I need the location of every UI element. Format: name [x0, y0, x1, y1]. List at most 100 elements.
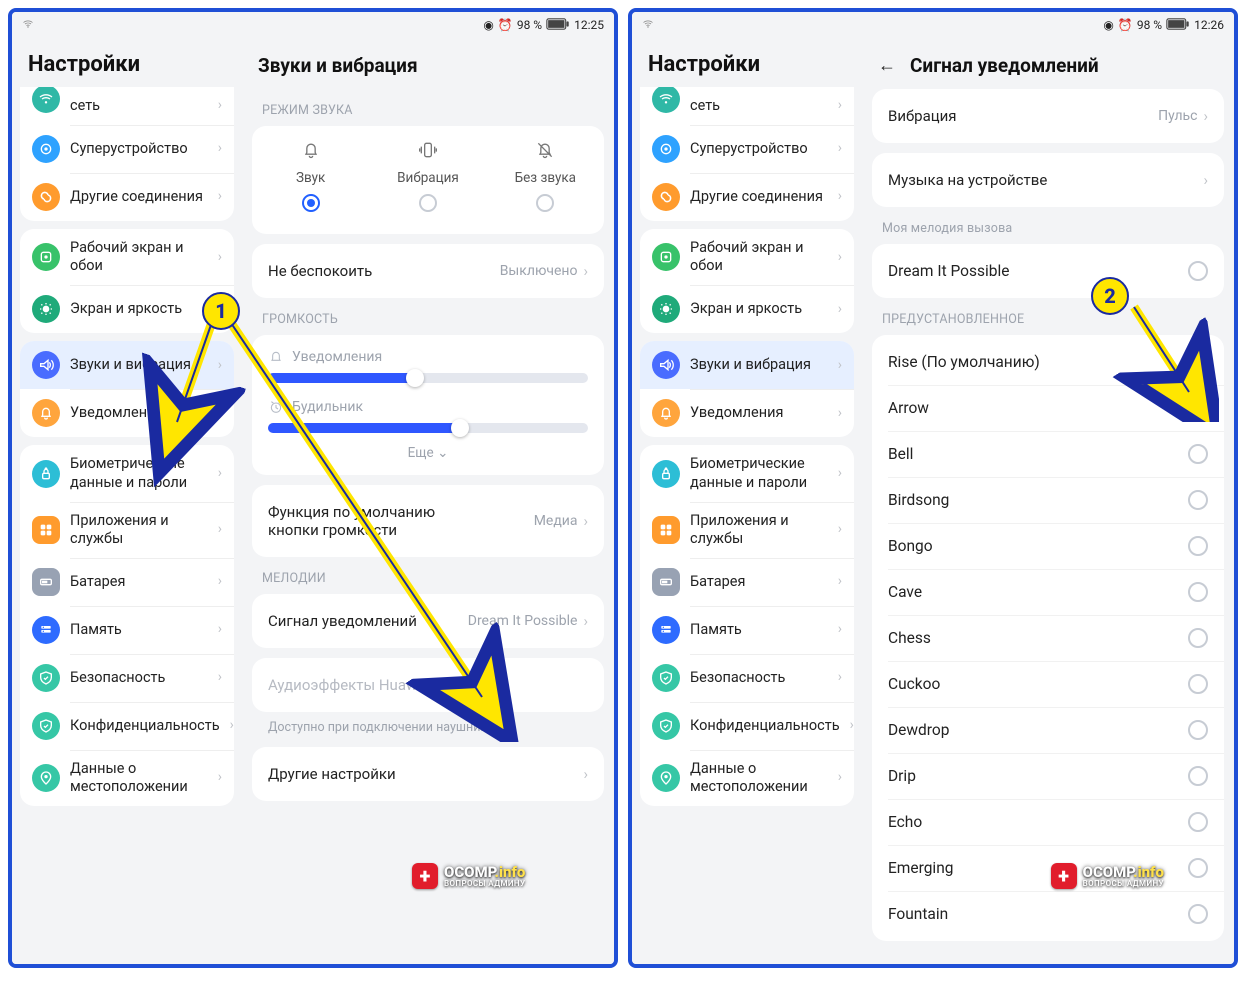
sidebar-item[interactable]: Безопасность› — [20, 654, 234, 702]
sidebar-item-icon — [32, 399, 60, 427]
chevron-right-icon: › — [838, 521, 842, 539]
ringtone-item[interactable]: Cuckoo — [872, 661, 1224, 707]
ringtone-item[interactable]: Chess — [872, 615, 1224, 661]
sidebar-item[interactable]: Рабочий экран и обои› — [20, 229, 234, 285]
sidebar-item-label: Память — [690, 621, 742, 639]
sidebar-item[interactable]: Другие соединения› — [640, 173, 854, 221]
radio-unchecked[interactable] — [1188, 398, 1208, 418]
row-histen: Аудиоэффекты Huawei Histen › — [252, 662, 604, 708]
sidebar-item-icon — [32, 87, 60, 113]
chevron-right-icon: › — [838, 301, 842, 319]
radio-unchecked[interactable] — [1188, 812, 1208, 832]
sidebar-item[interactable]: Батарея› — [20, 558, 234, 606]
section-sound-mode: РЕЖИМ ЗВУКА — [252, 89, 604, 126]
radio-vibrate[interactable] — [419, 194, 437, 212]
ringtone-label: Birdsong — [888, 491, 949, 509]
mode-sound[interactable]: Звук — [252, 130, 369, 230]
sidebar-item[interactable]: Конфиденциальность› — [640, 702, 854, 750]
more-toggle[interactable]: Еще ⌄ — [252, 439, 604, 471]
sidebar-item[interactable]: Другие соединения› — [20, 173, 234, 221]
sidebar-item[interactable]: Суперустройство› — [640, 125, 854, 173]
sidebar-item-icon — [652, 568, 680, 596]
detail-pane-notif-sound[interactable]: ← Сигнал уведомлений Вибрация Пульс › Му… — [862, 38, 1234, 964]
radio-unchecked[interactable] — [1188, 720, 1208, 740]
sidebar-item-icon — [652, 183, 680, 211]
ringtone-item[interactable]: Bell — [872, 431, 1224, 477]
ringtone-my-item[interactable]: Dream It Possible — [872, 248, 1224, 294]
sidebar-item[interactable]: Приложения и службы› — [20, 502, 234, 558]
sidebar-item[interactable]: Звуки и вибрация› — [20, 341, 234, 389]
sidebar-item[interactable]: Конфиденциальность› — [20, 702, 234, 750]
sidebar-item[interactable]: Память› — [20, 606, 234, 654]
radio-unchecked[interactable] — [1188, 444, 1208, 464]
settings-sidebar[interactable]: Настройки сеть›Суперустройство›Другие со… — [12, 38, 242, 964]
slider-notifications[interactable]: Уведомления — [252, 339, 604, 389]
ringtone-item[interactable]: Emerging — [872, 845, 1224, 891]
ringtone-label: Cave — [888, 583, 922, 601]
sidebar-item[interactable]: Рабочий экран и обои› — [640, 229, 854, 285]
radio-unchecked[interactable] — [1188, 582, 1208, 602]
plus-icon: + — [1051, 863, 1077, 889]
ringtone-item[interactable]: Fountain — [872, 891, 1224, 937]
sidebar-item[interactable]: Биометрические данные и пароли› — [640, 445, 854, 501]
radio-unchecked[interactable] — [1188, 628, 1208, 648]
detail-pane-sounds[interactable]: Звуки и вибрация РЕЖИМ ЗВУКА Звук Вибрац… — [242, 38, 614, 964]
back-button[interactable]: ← — [878, 55, 896, 76]
alarm-icon: ⏰ — [1118, 18, 1133, 32]
section-my-ringtone: Моя мелодия вызова — [872, 207, 1224, 244]
row-music-on-device[interactable]: Музыка на устройстве › — [872, 157, 1224, 203]
radio-unchecked[interactable] — [1188, 674, 1208, 694]
radio-unchecked[interactable] — [1188, 904, 1208, 924]
ringtone-item[interactable]: Drip — [872, 753, 1224, 799]
sidebar-item[interactable]: Экран и яркость› — [640, 285, 854, 333]
mode-vibrate[interactable]: Вибрация — [369, 130, 486, 230]
sidebar-item[interactable]: сеть› — [20, 87, 234, 125]
radio-sound[interactable] — [302, 194, 320, 212]
chevron-down-icon: ⌄ — [437, 445, 448, 461]
chevron-right-icon: › — [583, 612, 588, 630]
sidebar-item[interactable]: Суперустройство› — [20, 125, 234, 173]
radio-unchecked[interactable] — [1188, 858, 1208, 878]
chevron-right-icon: › — [838, 140, 842, 158]
ringtone-item[interactable]: Rise (По умолчанию) — [872, 339, 1224, 385]
sidebar-item[interactable]: Уведомления› — [640, 389, 854, 437]
sidebar-item[interactable]: Биометрические данные и пароли› — [20, 445, 234, 501]
settings-sidebar[interactable]: Настройки сеть›Суперустройство›Другие со… — [632, 38, 862, 964]
sidebar-item[interactable]: Звуки и вибрация› — [640, 341, 854, 389]
row-volume-button-fn[interactable]: Функция по умолчанию кнопки громкости Ме… — [252, 489, 604, 553]
sidebar-item[interactable]: Уведомления› — [20, 389, 234, 437]
radio-unchecked[interactable] — [1188, 490, 1208, 510]
preset-ringtone-list: Rise (По умолчанию)ArrowBell Birdsong Bong… — [872, 335, 1224, 941]
sidebar-item[interactable]: Приложения и службы› — [640, 502, 854, 558]
sidebar-item-label: Рабочий экран и обои — [70, 239, 208, 275]
sidebar-item[interactable]: Экран и яркость› — [20, 285, 234, 333]
chevron-right-icon: › — [218, 465, 222, 483]
ringtone-label: Drip — [888, 767, 916, 785]
radio-silent[interactable] — [536, 194, 554, 212]
row-other-settings[interactable]: Другие настройки › — [252, 751, 604, 797]
mode-silent[interactable]: Без звука — [487, 130, 604, 230]
sidebar-item[interactable]: Безопасность› — [640, 654, 854, 702]
row-dnd[interactable]: Не беспокоить Выключено › — [252, 248, 604, 294]
sidebar-item[interactable]: Данные о местоположении› — [640, 750, 854, 806]
ringtone-item[interactable]: Birdsong — [872, 477, 1224, 523]
row-notification-sound[interactable]: Сигнал уведомлений Dream It Possible › — [252, 598, 604, 644]
ringtone-item[interactable]: Bongo — [872, 523, 1224, 569]
ringtone-item[interactable]: Echo — [872, 799, 1224, 845]
sidebar-item[interactable]: Данные о местоположении› — [20, 750, 234, 806]
radio-checked[interactable] — [1188, 352, 1208, 372]
ringtone-item[interactable]: Arrow — [872, 385, 1224, 431]
sidebar-item-label: Приложения и службы — [70, 512, 208, 548]
radio-unchecked[interactable] — [1188, 261, 1208, 281]
sidebar-item[interactable]: Батарея› — [640, 558, 854, 606]
radio-unchecked[interactable] — [1188, 766, 1208, 786]
sidebar-item-label: Батарея — [70, 573, 125, 591]
radio-unchecked[interactable] — [1188, 536, 1208, 556]
ringtone-item[interactable]: Dewdrop — [872, 707, 1224, 753]
row-vibration-pattern[interactable]: Вибрация Пульс › — [872, 93, 1224, 139]
sidebar-item[interactable]: сеть› — [640, 87, 854, 125]
slider-alarm[interactable]: Будильник — [252, 389, 604, 439]
sidebar-item-icon — [32, 712, 60, 740]
sidebar-item[interactable]: Память› — [640, 606, 854, 654]
ringtone-item[interactable]: Cave — [872, 569, 1224, 615]
